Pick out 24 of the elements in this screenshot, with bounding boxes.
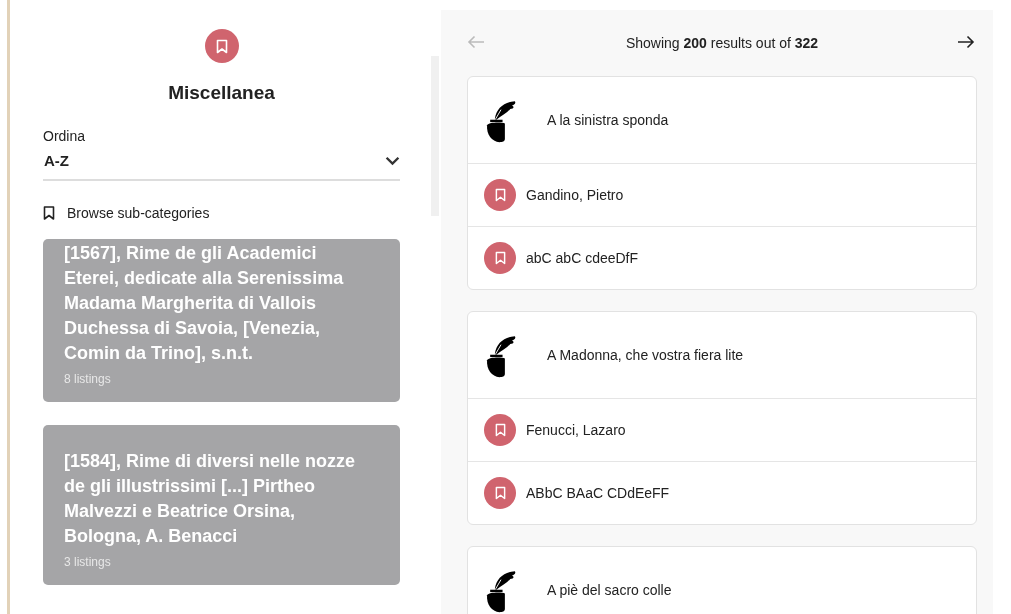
listing-count: 8 listings: [64, 372, 112, 386]
bookmark-icon: [43, 206, 55, 220]
bookmark-icon: [494, 251, 506, 265]
bookmark-icon: [215, 38, 228, 54]
bookmark-icon: [494, 423, 506, 437]
poem-title[interactable]: A la sinistra sponda: [547, 112, 669, 128]
poem-title[interactable]: A Madonna, che vostra fiera lite: [547, 347, 744, 363]
category-title: Miscellanea: [168, 82, 275, 104]
bookmark-icon: [494, 188, 506, 202]
poem-title[interactable]: A piè del sacro colle: [547, 582, 672, 598]
author-name[interactable]: Gandino, Pietro: [526, 187, 624, 203]
browse-subcategories-link[interactable]: Browse sub-categories: [43, 205, 400, 221]
author-name[interactable]: Fenucci, Lazaro: [526, 422, 626, 438]
sort-dropdown[interactable]: A-Z: [43, 144, 400, 181]
author-name[interactable]: ABbC BAaC CDdEeFF: [526, 485, 670, 501]
author-name[interactable]: abC abC cdeeDfF: [526, 250, 639, 266]
subcategory-title: [1567], Rime de gli Academici Eterei, dedicate alla Serenissima Madama Margherita di Vallois Duchessa di Savoia, [Venezia, Comin da Trino], s.n.t.: [64, 242, 345, 365]
sort-label: Ordina: [43, 128, 86, 144]
chevron-down-icon: [385, 155, 400, 166]
bookmark-icon: [494, 486, 506, 500]
next-button[interactable]: [957, 35, 977, 51]
listing-count: 3 listings: [64, 555, 112, 569]
subcategory-title: [1584], Rime di diversi nelle nozze de gli illustrissimi [...] Pirtheo Malvezzi e Beatrice Orsina, Bologna, A. Benacci: [64, 450, 357, 548]
results-count: Showing 200 results out of 322: [625, 35, 819, 51]
